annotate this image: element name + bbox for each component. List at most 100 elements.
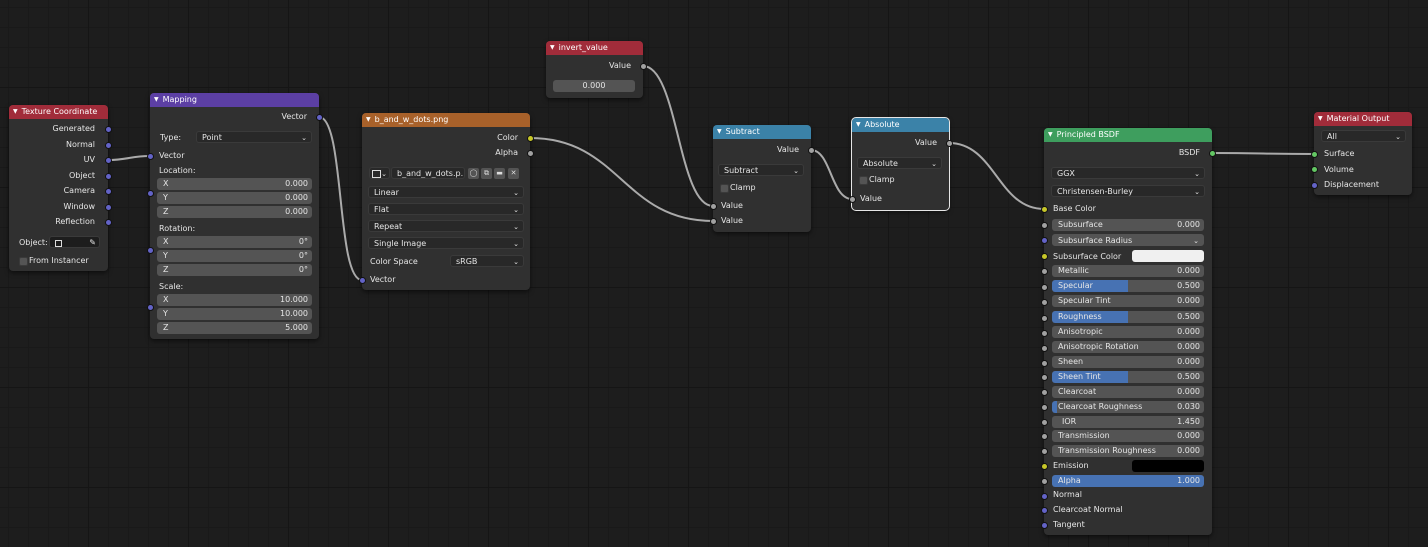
mapping-header[interactable]: ▼ Mapping [150,93,319,107]
scale-y-field[interactable]: Y 10.000 [157,308,312,320]
location-x-field[interactable]: X 0.000 [157,178,312,190]
socket-metallic[interactable] [1042,269,1047,274]
distribution-dropdown[interactable]: GGX ⌄ [1051,167,1205,179]
operation-dropdown[interactable]: Subtract ⌄ [718,164,804,176]
subsurface-method-dropdown[interactable]: Christensen-Burley ⌄ [1051,185,1205,197]
collapse-arrow-icon[interactable]: ▼ [13,108,18,115]
socket-sheen-tint[interactable] [1042,375,1047,380]
sheen-slider[interactable]: Sheen 0.000 [1052,356,1204,368]
socket-invert-out[interactable] [641,64,646,69]
interpolation-dropdown[interactable]: Linear ⌄ [368,186,524,198]
colorspace-dropdown[interactable]: sRGB ⌄ [450,255,524,267]
socket-reflection[interactable] [106,220,111,225]
socket-mapping-location[interactable] [148,191,153,196]
from-instancer-checkbox[interactable] [19,257,28,266]
socket-roughness[interactable] [1042,316,1047,321]
socket-mapping-vector-in[interactable] [148,154,153,159]
principled-bsdf-header[interactable]: ▼ Principled BSDF [1044,128,1212,142]
socket-anisotropic[interactable] [1042,331,1047,336]
clearcoat-slider[interactable]: Clearcoat 0.000 [1052,386,1204,398]
operation-dropdown[interactable]: Absolute ⌄ [857,157,942,169]
socket-object[interactable] [106,174,111,179]
rotation-z-field[interactable]: Z 0° [157,264,312,276]
socket-alpha[interactable] [1042,479,1047,484]
socket-mapping-rotation[interactable] [148,248,153,253]
transmission-slider[interactable]: Transmission 0.000 [1052,430,1204,442]
image-texture-node[interactable]: ▼ b_and_w_dots.png Color Alpha ⌄ b_and_w_… [362,113,530,290]
scale-x-field[interactable]: X 10.000 [157,294,312,306]
socket-emission[interactable] [1042,464,1047,469]
socket-subtract-out[interactable] [809,148,814,153]
anisotropic-rotation-slider[interactable]: Anisotropic Rotation 0.000 [1052,341,1204,353]
socket-normal-in[interactable] [1042,494,1047,499]
socket-camera[interactable] [106,189,111,194]
projection-dropdown[interactable]: Flat ⌄ [368,203,524,215]
rotation-x-field[interactable]: X 0° [157,236,312,248]
alpha-slider[interactable]: Alpha 1.000 [1052,475,1204,487]
socket-generated[interactable] [106,127,111,132]
texture-coordinate-header[interactable]: ▼ Texture Coordinate [9,105,108,119]
socket-image-vector[interactable] [360,278,365,283]
socket-bsdf-out[interactable] [1210,151,1215,156]
type-dropdown[interactable]: Point ⌄ [196,131,312,143]
socket-transmission[interactable] [1042,434,1047,439]
location-z-field[interactable]: Z 0.000 [157,206,312,218]
socket-clearcoat-roughness[interactable] [1042,405,1047,410]
socket-base-color[interactable] [1042,207,1047,212]
collapse-arrow-icon[interactable]: ▼ [550,44,555,51]
absolute-header[interactable]: ▼ Absolute [852,118,949,132]
invert-value-header[interactable]: ▼ invert_value [546,41,643,55]
location-y-field[interactable]: Y 0.000 [157,192,312,204]
eyedropper-icon[interactable]: ✎ [89,237,96,247]
absolute-node[interactable]: ▼ Absolute Value Absolute ⌄ Clamp Value [851,117,950,211]
socket-normal[interactable] [106,143,111,148]
collapse-arrow-icon[interactable]: ▼ [366,116,371,123]
subtract-node[interactable]: ▼ Subtract Value Subtract ⌄ Clamp Value Va… [713,125,811,232]
socket-image-color[interactable] [528,136,533,141]
source-dropdown[interactable]: Single Image ⌄ [368,237,524,249]
socket-sheen[interactable] [1042,361,1047,366]
image-name-field[interactable]: b_and_w_dots.p... [391,167,465,179]
transmission-roughness-slider[interactable]: Transmission Roughness 0.000 [1052,445,1204,457]
socket-subtract-in2[interactable] [711,219,716,224]
object-field[interactable]: ✎ [49,236,100,248]
folder-icon[interactable]: ▬ [494,168,505,179]
socket-subsurface-color[interactable] [1042,254,1047,259]
socket-absolute-out[interactable] [947,141,952,146]
socket-subsurface-radius[interactable] [1042,238,1047,243]
subsurface-radius-dropdown[interactable]: Subsurface Radius ⌄ [1052,234,1204,246]
close-icon[interactable]: ✕ [508,168,519,179]
subtract-header[interactable]: ▼ Subtract [713,125,811,139]
collapse-arrow-icon[interactable]: ▼ [717,128,722,135]
socket-clearcoat-normal[interactable] [1042,508,1047,513]
collapse-arrow-icon[interactable]: ▼ [856,121,861,128]
socket-specular[interactable] [1042,285,1047,290]
value-field[interactable]: 0.000 [553,80,635,92]
rotation-y-field[interactable]: Y 0° [157,250,312,262]
duplicate-icon[interactable]: ⧉ [481,168,492,179]
sheen-tint-slider[interactable]: Sheen Tint 0.500 [1052,371,1204,383]
specular-slider[interactable]: Specular 0.500 [1052,280,1204,292]
socket-uv[interactable] [106,158,111,163]
scale-z-field[interactable]: Z 5.000 [157,322,312,334]
roughness-slider[interactable]: Roughness 0.500 [1052,311,1204,323]
socket-subtract-in1[interactable] [711,204,716,209]
invert-value-node[interactable]: ▼ invert_value Value 0.000 [546,41,643,98]
clearcoat-roughness-slider[interactable]: Clearcoat Roughness 0.030 [1052,401,1204,413]
material-output-header[interactable]: ▼ Material Output [1314,112,1412,126]
collapse-arrow-icon[interactable]: ▼ [1048,131,1053,138]
socket-anisotropic-rotation[interactable] [1042,346,1047,351]
socket-clearcoat[interactable] [1042,390,1047,395]
collapse-arrow-icon[interactable]: ▼ [154,96,159,103]
socket-subsurface[interactable] [1042,223,1047,228]
socket-mapping-out[interactable] [317,115,322,120]
image-browse-button[interactable]: ⌄ [369,167,390,179]
subsurface-color-swatch[interactable] [1132,250,1204,262]
metallic-slider[interactable]: Metallic 0.000 [1052,265,1204,277]
clamp-checkbox[interactable] [720,184,729,193]
socket-transmission-roughness[interactable] [1042,449,1047,454]
socket-window[interactable] [106,205,111,210]
socket-tangent[interactable] [1042,523,1047,528]
mapping-node[interactable]: ▼ Mapping Vector Type: Point ⌄ Vector Loca… [150,93,319,339]
socket-ior[interactable] [1042,420,1047,425]
